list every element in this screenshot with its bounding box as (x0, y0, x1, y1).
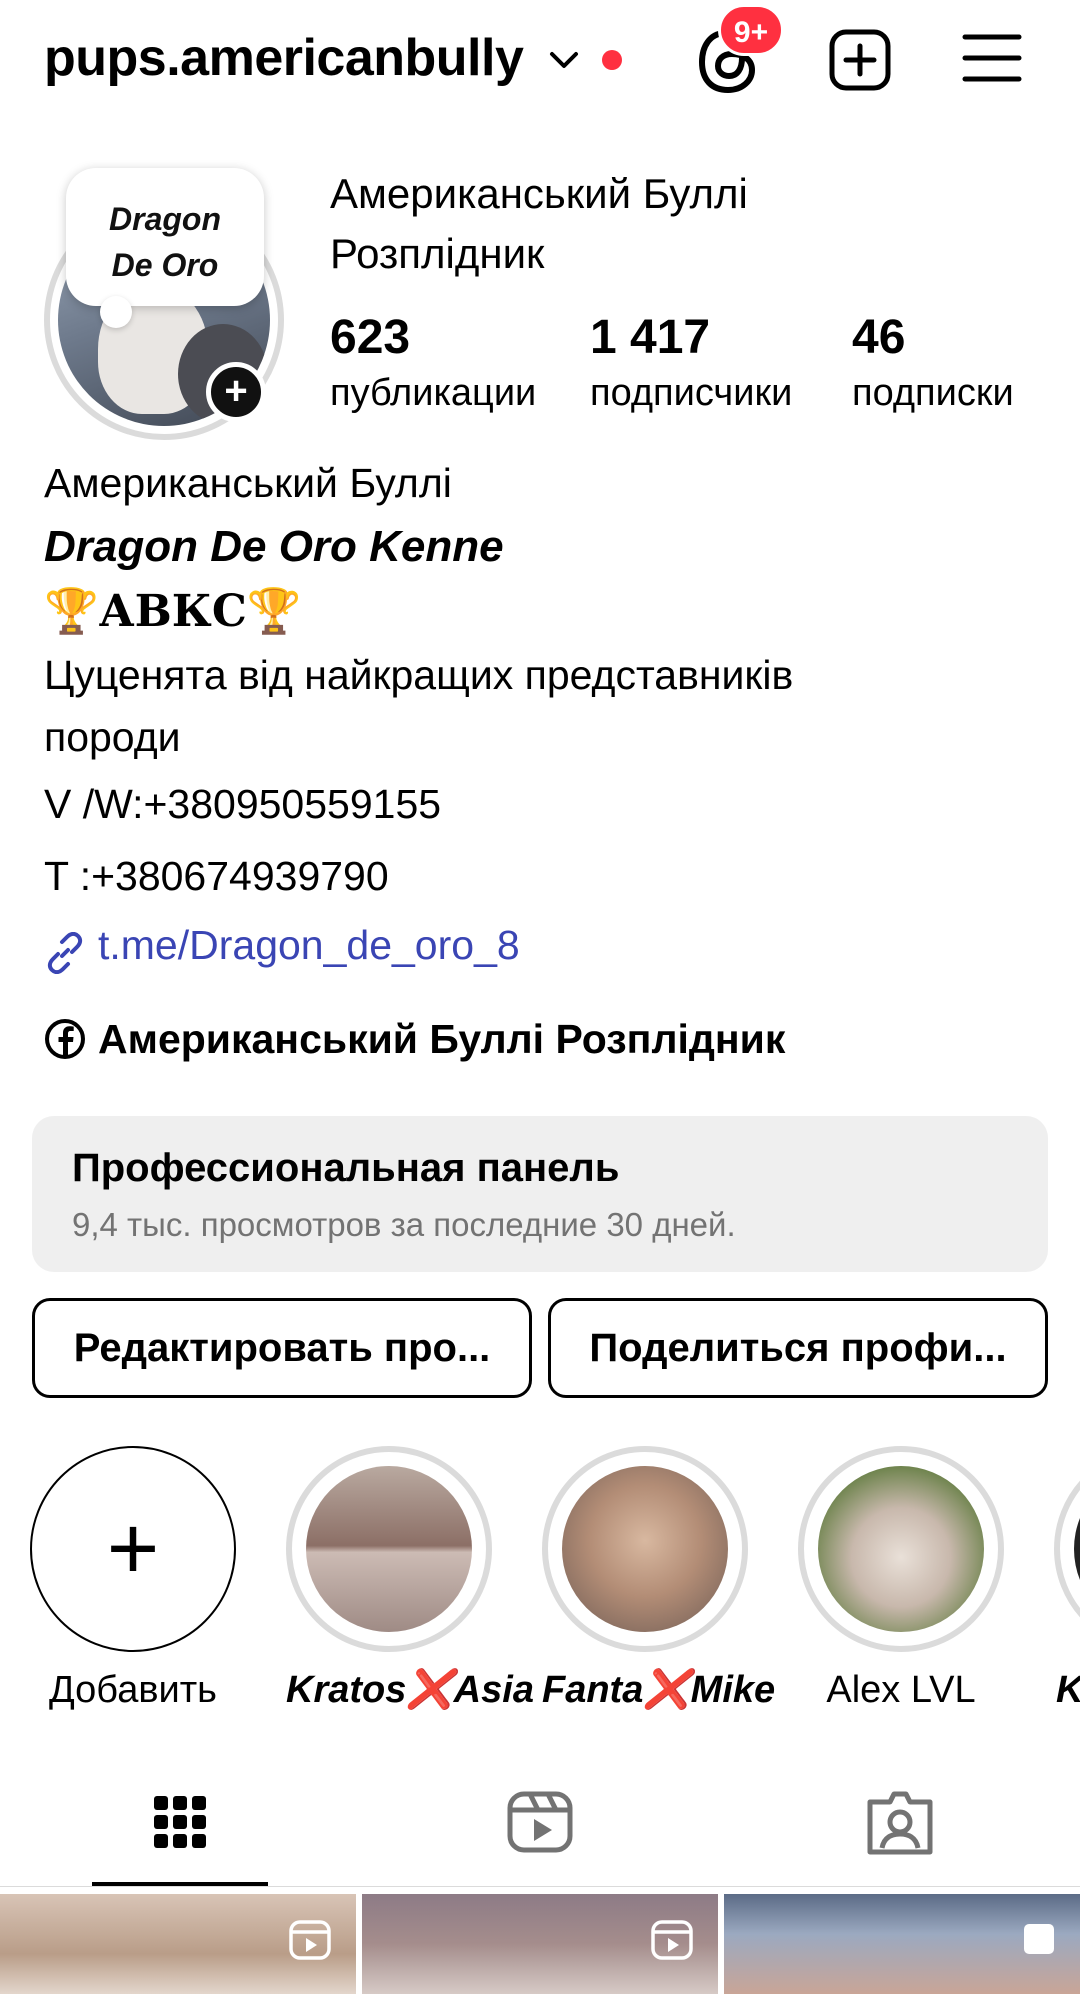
account-notification-dot (602, 50, 622, 70)
reels-icon (651, 1920, 693, 1960)
grid-tab-icon[interactable] (140, 1782, 220, 1862)
display-name-line-2: Розплідник (330, 230, 545, 277)
chevron-down-icon[interactable] (548, 44, 580, 76)
professional-dashboard[interactable]: Профессиональная панель 9,4 тыс. просмот… (32, 1116, 1048, 1272)
account-username[interactable]: pups.americanbully (44, 28, 524, 88)
stat-posts[interactable]: 623 публикации (330, 308, 536, 418)
share-profile-button[interactable]: Поделиться профи... (548, 1298, 1048, 1398)
bio-link[interactable]: t.me/Dragon_de_oro_8 (98, 922, 520, 969)
stat-followers-label: подписчики (590, 372, 793, 414)
add-story-plus-icon[interactable]: + (206, 362, 266, 422)
reels-tab-icon[interactable] (500, 1782, 580, 1862)
facebook-icon (45, 1019, 85, 1059)
highlight-ring (1054, 1446, 1080, 1652)
plus-icon: + (106, 1499, 160, 1599)
bio-line-7: T :+380674939790 (44, 853, 389, 899)
stat-followers[interactable]: 1 417 подписчики (590, 308, 792, 418)
menu-icon[interactable] (962, 32, 1022, 84)
highlight-ring (542, 1446, 748, 1652)
stat-following-value: 46 (852, 311, 906, 364)
post-thumbnail[interactable] (362, 1894, 718, 1994)
tagged-tab-icon[interactable] (860, 1782, 940, 1862)
stat-posts-value: 623 (330, 311, 411, 364)
highlight-ring (286, 1446, 492, 1652)
bio-line-4: Цуценята від найкращих представників (44, 652, 794, 698)
stat-posts-label: публикации (330, 372, 537, 414)
highlight-ring (798, 1446, 1004, 1652)
stat-following[interactable]: 46 подписки (852, 308, 1014, 418)
facebook-link-text: Американський Буллі Розплідник (98, 1016, 786, 1062)
highlight-item[interactable]: Alex LVL (798, 1446, 1004, 1714)
highlight-label: Fanta❌Mike (542, 1669, 776, 1711)
carousel-icon (1024, 1924, 1054, 1954)
highlight-thumbnail (562, 1466, 728, 1632)
stat-followers-value: 1 417 (590, 311, 711, 364)
link-icon (47, 932, 83, 974)
tab-divider (0, 1886, 1080, 1887)
professional-dashboard-subtitle: 9,4 тыс. просмотров за последние 30 дней… (72, 1206, 736, 1243)
highlight-item[interactable]: Fanta❌Mike (542, 1446, 776, 1714)
note-line-1: Dragon (109, 201, 221, 237)
bio: Американський Буллі Dragon De Oro Kenne … (44, 452, 1044, 912)
professional-dashboard-title: Профессиональная панель (72, 1146, 620, 1190)
edit-profile-button[interactable]: Редактировать про... (32, 1298, 532, 1398)
reels-icon (289, 1920, 331, 1960)
highlight-item[interactable]: Kratos❌Asia (286, 1446, 534, 1714)
note-line-2: De Oro (111, 247, 219, 283)
bio-line-2: Dragon De Oro Kenne (44, 522, 504, 571)
highlight-label: Kratos❌Asia (286, 1669, 534, 1711)
profile-display-name: Американський Буллі Розплідник (330, 164, 748, 284)
profile-note-bubble[interactable]: Dragon De Oro (66, 168, 264, 306)
bio-line-5: породи (44, 714, 181, 760)
highlight-thumbnail (1074, 1466, 1080, 1632)
highlight-thumbnail (818, 1466, 984, 1632)
highlight-label: Добавить (49, 1669, 217, 1711)
highlight-add[interactable]: + Добавить (30, 1446, 236, 1714)
highlight-label: Alex LVL (826, 1669, 976, 1711)
post-thumbnail[interactable] (0, 1894, 356, 1994)
notification-badge[interactable]: 9+ (718, 4, 784, 56)
stat-following-label: подписки (852, 372, 1014, 414)
note-tail (100, 296, 132, 328)
display-name-line-1: Американський Буллі (330, 170, 748, 217)
highlight-thumbnail (306, 1466, 472, 1632)
bio-line-6: V /W:+380950559155 (44, 781, 442, 827)
highlight-item-partial[interactable]: Kra (1054, 1446, 1080, 1714)
top-bar: pups.americanbully 9+ (0, 0, 1080, 120)
highlight-label: Kra (1056, 1666, 1080, 1714)
bio-line-1: Американський Буллі (44, 460, 452, 506)
highlight-add-circle: + (30, 1446, 236, 1652)
add-post-icon[interactable] (828, 28, 892, 92)
post-thumbnail[interactable] (724, 1894, 1080, 1994)
bio-line-3: 🏆АВКС🏆 (44, 586, 302, 637)
